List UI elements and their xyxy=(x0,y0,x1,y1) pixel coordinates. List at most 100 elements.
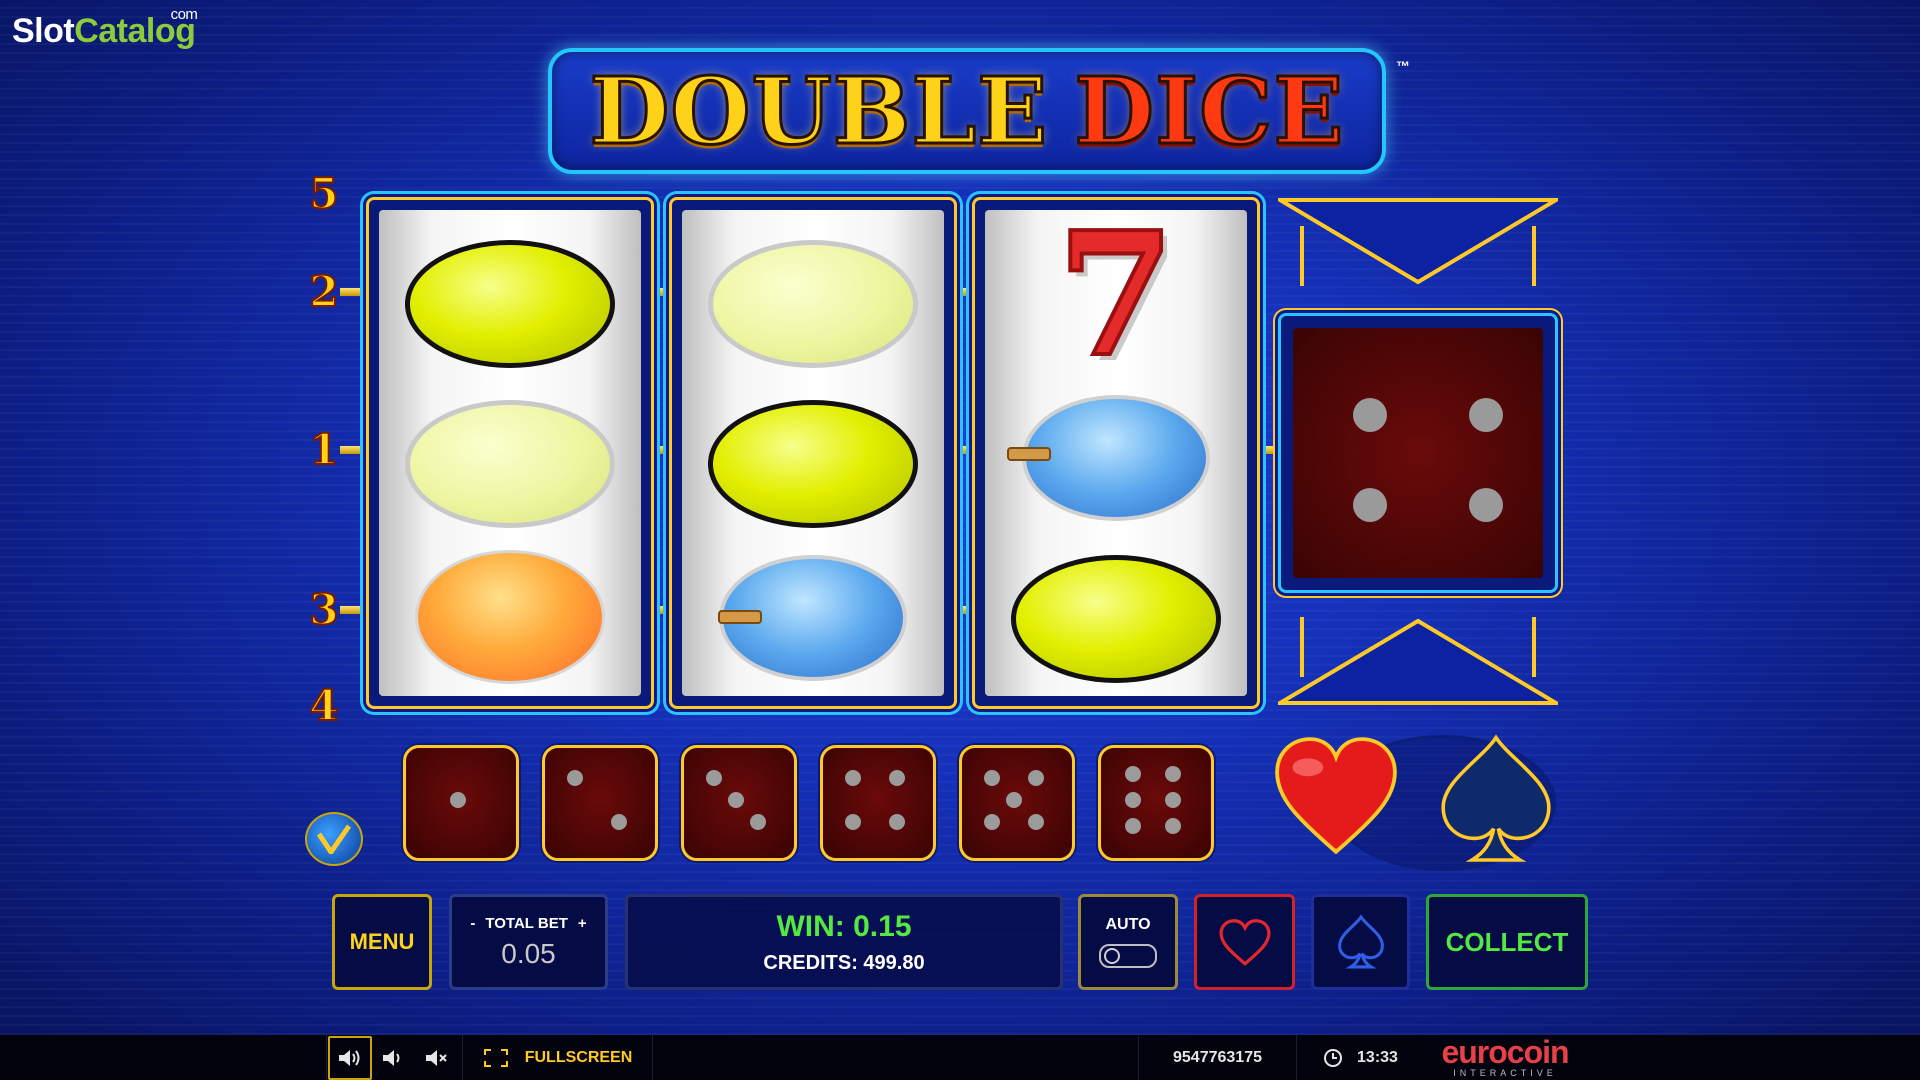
reel-2 xyxy=(669,197,957,709)
plum-stem xyxy=(718,610,762,624)
watermark-part1: Slot xyxy=(12,12,75,50)
gamble-red-button[interactable] xyxy=(1194,894,1295,990)
fullscreen-label: FULLSCREEN xyxy=(524,1048,633,1066)
die-pip xyxy=(889,814,905,830)
lemon-symbol xyxy=(708,240,918,368)
gamble-die-face xyxy=(1293,328,1543,578)
fullscreen-button[interactable]: FULLSCREEN xyxy=(462,1035,652,1080)
lemon-symbol xyxy=(708,400,918,528)
autoplay-toggle[interactable] xyxy=(1099,944,1157,968)
spade-icon xyxy=(1441,734,1551,862)
die-pip xyxy=(845,814,861,830)
die-pip xyxy=(1028,814,1044,830)
die-pip xyxy=(728,792,744,808)
lemon-symbol xyxy=(405,400,615,528)
payline-marker xyxy=(340,288,364,296)
die-pip xyxy=(1125,818,1141,834)
sound-full-icon xyxy=(338,1049,359,1066)
die-pip xyxy=(611,814,627,830)
die-pip xyxy=(1353,398,1387,432)
menu-button[interactable]: MENU xyxy=(332,894,432,990)
die-pip xyxy=(984,814,1000,830)
session-id-text: 9547763175 xyxy=(1173,1048,1262,1066)
plum-stem xyxy=(1007,447,1051,461)
gamble-up-arrow[interactable] xyxy=(1278,196,1558,286)
payline-marker xyxy=(340,446,364,454)
die-four xyxy=(820,745,936,861)
spade-outline-icon xyxy=(1337,914,1384,969)
logo-word-double: DOUBLE xyxy=(588,56,1049,167)
autoplay-label: AUTO xyxy=(1105,916,1151,933)
eurocoin-brand: eurocoin xyxy=(1441,1034,1569,1070)
die-six xyxy=(1098,745,1214,861)
watermark-suffix: com xyxy=(170,6,198,23)
mute-button[interactable] xyxy=(414,1035,458,1080)
clock-icon xyxy=(1324,1048,1343,1067)
total-bet-panel: - TOTAL BET + 0.05 xyxy=(449,894,608,990)
bet-decrease-button[interactable]: - xyxy=(470,915,475,932)
die-pip xyxy=(1469,398,1503,432)
gamble-black-button[interactable] xyxy=(1311,894,1410,990)
lemon-symbol xyxy=(405,240,615,368)
sound-on-button[interactable] xyxy=(326,1035,372,1080)
reel-1 xyxy=(366,197,654,709)
die-pip xyxy=(750,814,766,830)
payline-marker xyxy=(340,606,364,614)
clock: 13:33 xyxy=(1296,1035,1424,1080)
clock-time: 13:33 xyxy=(1357,1048,1398,1066)
logo-trademark: ™ xyxy=(1396,58,1410,74)
heart-outline-icon xyxy=(1218,919,1271,966)
win-credits-display: WIN: 0.15 CREDITS: 499.80 xyxy=(625,894,1063,990)
die-pip xyxy=(1165,766,1181,782)
credits-amount: CREDITS: 499.80 xyxy=(763,951,925,974)
mute-icon xyxy=(426,1049,447,1066)
die-pip xyxy=(889,770,905,786)
fullscreen-icon xyxy=(483,1048,508,1067)
reel-3: 7 xyxy=(972,197,1260,709)
seven-symbol: 7 xyxy=(1055,195,1177,395)
die-pip xyxy=(1006,792,1022,808)
payline-number: 4 xyxy=(308,681,339,730)
slotcatalog-watermark: SlotCatalog com xyxy=(12,6,198,51)
die-pip xyxy=(1469,488,1503,522)
logo-word-dice: DICE xyxy=(1073,56,1345,167)
game-logo: DOUBLE DICE ™ xyxy=(548,48,1410,174)
collect-button-label: COLLECT xyxy=(1445,926,1569,957)
die-three xyxy=(681,745,797,861)
die-pip xyxy=(450,792,466,808)
gamble-down-arrow[interactable] xyxy=(1278,617,1558,707)
toggle-knob xyxy=(1104,948,1120,964)
orange-symbol xyxy=(415,550,605,684)
die-pip xyxy=(1165,818,1181,834)
sound-low-icon xyxy=(383,1049,400,1066)
die-pip xyxy=(1165,792,1181,808)
die-pip xyxy=(1353,488,1387,522)
gamble-die xyxy=(1278,313,1558,593)
die-two xyxy=(542,745,658,861)
die-pip xyxy=(1028,770,1044,786)
die-pip xyxy=(984,770,1000,786)
die-pip xyxy=(567,770,583,786)
die-pip xyxy=(1125,766,1141,782)
certification-badge xyxy=(305,812,363,866)
sound-low-button[interactable] xyxy=(372,1035,414,1080)
eurocoin-logo: eurocoin INTERACTIVE xyxy=(1430,1036,1580,1080)
total-bet-label: TOTAL BET xyxy=(485,914,568,932)
session-id: 9547763175 xyxy=(1138,1035,1296,1080)
heart-icon xyxy=(1275,737,1397,855)
status-spacer xyxy=(652,1035,1138,1080)
autoplay-button[interactable]: AUTO xyxy=(1078,894,1178,990)
die-five xyxy=(959,745,1075,861)
die-pip xyxy=(845,770,861,786)
lemon-symbol xyxy=(1011,555,1221,683)
die-pip xyxy=(1125,792,1141,808)
menu-button-label: MENU xyxy=(349,929,415,954)
checkmark-icon xyxy=(317,824,351,854)
die-one xyxy=(403,745,519,861)
total-bet-value: 0.05 xyxy=(501,937,556,969)
bet-increase-button[interactable]: + xyxy=(578,915,587,932)
collect-button[interactable]: COLLECT xyxy=(1426,894,1588,990)
die-pip xyxy=(706,770,722,786)
payline-number: 5 xyxy=(308,169,339,218)
win-amount: WIN: 0.15 xyxy=(776,909,912,943)
